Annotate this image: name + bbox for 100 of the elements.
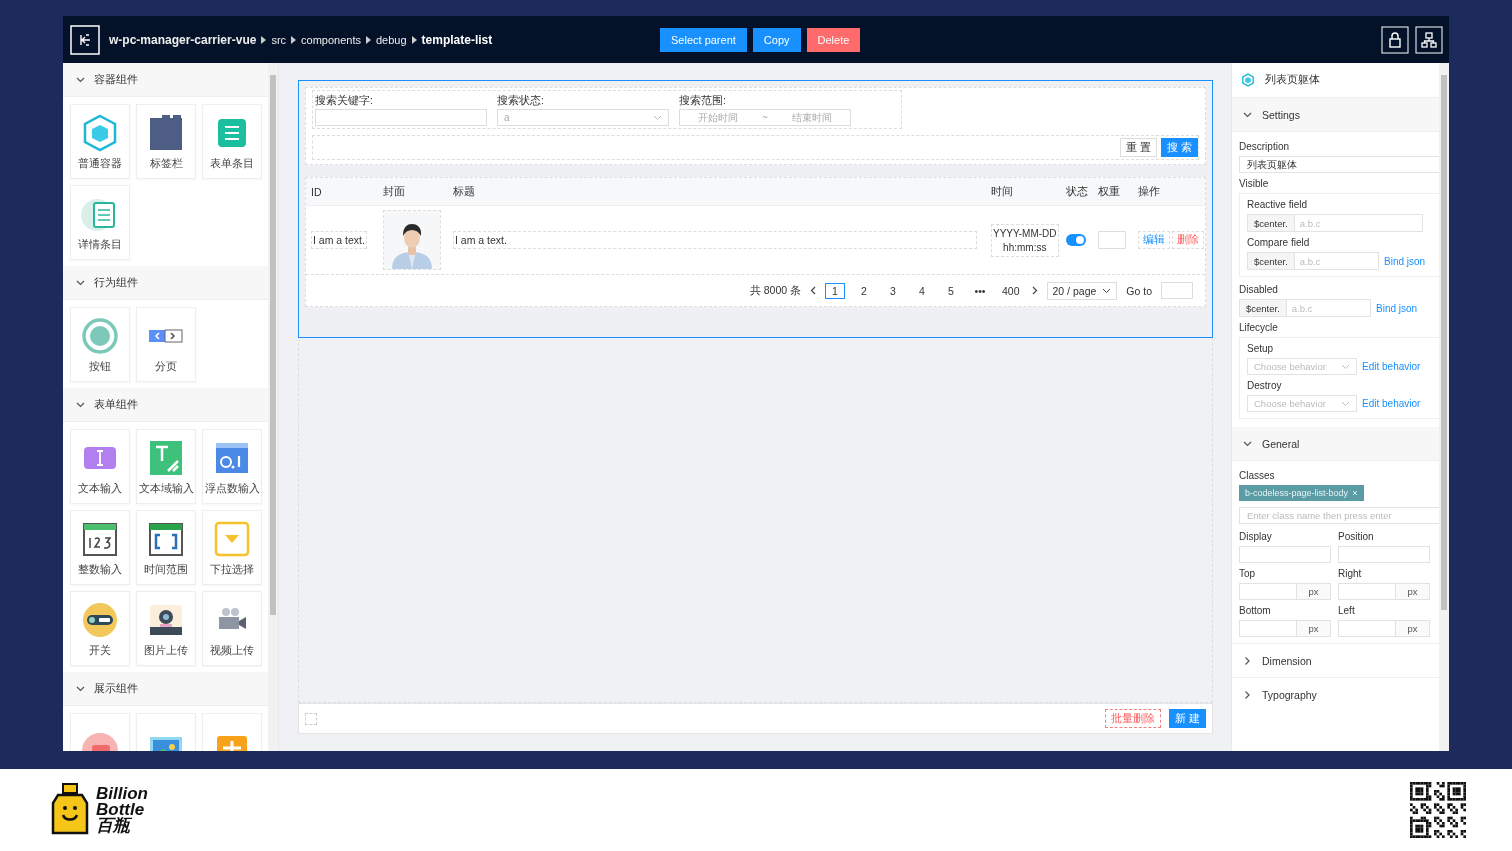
- selected-container[interactable]: 搜索关键字: 搜索状态: a 搜索范围: 开始时间 ~ 结束时间 重 置 搜 索 ID 封面 标题 时间 状态 权重 操作 I am a text. I am a text. YYYY-MM-DD hh:mm:ss 编辑 删除 共 8000 条 1 2 3 4 5 ••• 400 20 / page Go to: [298, 80, 1213, 338]
- component-card[interactable]: 表单条目: [202, 104, 262, 179]
- caret-icon: [411, 35, 417, 44]
- field-label: Display: [1239, 530, 1273, 544]
- section-header[interactable]: Settings: [1232, 98, 1439, 132]
- chevron-icon: [1102, 287, 1112, 294]
- chevron-icon: [1243, 111, 1252, 118]
- weight-input[interactable]: [1098, 231, 1126, 249]
- component-card[interactable]: 分页: [136, 307, 196, 382]
- lock-icon[interactable]: [1381, 25, 1409, 54]
- chevron-icon: [1341, 363, 1350, 370]
- column-header: ID: [310, 185, 323, 198]
- component-label: 按钮: [89, 359, 111, 374]
- table-cell: I am a text.: [311, 231, 367, 249]
- select-all-checkbox[interactable]: [305, 712, 317, 725]
- component-card[interactable]: 图片上传: [136, 591, 196, 666]
- component-card[interactable]: 时间范围: [136, 510, 196, 585]
- page-number[interactable]: 3: [883, 282, 903, 299]
- reactive-field-input[interactable]: $center. a.b.c: [1247, 214, 1423, 232]
- component-label: 文本输入: [78, 481, 122, 496]
- component-label: 视频上传: [210, 643, 254, 658]
- field-label: Reactive field: [1247, 198, 1308, 212]
- offset-input[interactable]: px: [1239, 620, 1331, 637]
- component-label: 图片上传: [144, 643, 188, 658]
- component-title: 列表页躯体: [1265, 73, 1320, 87]
- input-field[interactable]: [315, 109, 487, 126]
- field-label: Visible: [1239, 177, 1269, 191]
- component-card[interactable]: 按钮: [70, 307, 130, 382]
- chevron-icon: [1244, 656, 1251, 665]
- total-count: 共 8000 条: [749, 283, 801, 298]
- column-header: 状态: [1066, 184, 1089, 199]
- group-header[interactable]: 行为组件: [63, 266, 268, 300]
- page-size-select[interactable]: 20 / page: [1046, 281, 1118, 300]
- field-label: Bottom: [1239, 604, 1272, 618]
- field-label: Left: [1338, 604, 1356, 618]
- field-label: 搜索范围:: [679, 93, 727, 108]
- group-header[interactable]: 容器组件: [63, 63, 268, 97]
- component-label: 整数输入: [78, 562, 122, 577]
- component-label: 文本域输入: [138, 481, 194, 496]
- component-card[interactable]: 文本域输入: [136, 429, 196, 504]
- breadcrumb-item[interactable]: template-list: [421, 32, 493, 47]
- component-card[interactable]: 文本输入: [70, 429, 130, 504]
- field-label: Disabled: [1239, 283, 1278, 297]
- offset-input[interactable]: px: [1338, 620, 1430, 637]
- offset-input[interactable]: px: [1338, 583, 1430, 600]
- component-card[interactable]: 浮点数输入: [202, 429, 262, 504]
- component-label: 标签栏: [149, 156, 183, 171]
- component-label: 详情条目: [78, 237, 122, 252]
- exit-icon[interactable]: [70, 24, 100, 55]
- position-input[interactable]: [1338, 546, 1430, 563]
- chevron-icon: [76, 76, 85, 83]
- group-header[interactable]: 表单组件: [63, 388, 268, 422]
- section-header[interactable]: General: [1232, 427, 1439, 461]
- component-card[interactable]: 开关: [70, 591, 130, 666]
- breadcrumb-item[interactable]: src: [271, 33, 287, 46]
- chevron-icon: [76, 685, 85, 692]
- component-card[interactable]: 下拉选择: [202, 510, 262, 585]
- chevron-icon: [76, 279, 85, 286]
- component-card[interactable]: 视频上传: [202, 591, 262, 666]
- component-label: 分页: [155, 359, 177, 374]
- chevron-icon: [1243, 440, 1252, 447]
- close-icon[interactable]: [1352, 490, 1359, 496]
- offset-input[interactable]: px: [1239, 583, 1331, 600]
- bottle-logo-icon: [50, 783, 90, 837]
- previous-icon[interactable]: [810, 286, 816, 295]
- component-icon: [1241, 73, 1255, 87]
- status-switch[interactable]: [1066, 234, 1086, 246]
- next-icon[interactable]: [1031, 286, 1038, 295]
- component-card[interactable]: 标签栏: [136, 104, 196, 179]
- field-label: Compare field: [1247, 236, 1310, 250]
- component-label: 浮点数输入: [204, 481, 260, 496]
- goto-input[interactable]: [1161, 282, 1193, 299]
- field-label: Lifecycle: [1239, 321, 1278, 335]
- component-icon: [80, 315, 120, 356]
- search-form-button[interactable]: 重 置: [1119, 138, 1157, 157]
- chevron-icon: [1244, 690, 1251, 699]
- page-number[interactable]: 4: [912, 282, 932, 299]
- sitemap-icon[interactable]: [1415, 25, 1443, 54]
- display-input[interactable]: [1239, 546, 1331, 563]
- description-input[interactable]: 列表页躯体: [1239, 156, 1439, 173]
- page-number[interactable]: 2: [854, 282, 874, 299]
- qr-code-drawing: [1410, 782, 1466, 838]
- page-number[interactable]: 1: [825, 282, 845, 299]
- brand-name: Bottle: [96, 802, 146, 818]
- component-card[interactable]: 普通容器: [70, 104, 130, 179]
- component-card[interactable]: 整数输入: [70, 510, 130, 585]
- compare-field-input[interactable]: $center. a.b.c: [1247, 252, 1379, 270]
- breadcrumb-item[interactable]: debug: [376, 33, 407, 46]
- field-label: Position: [1338, 530, 1375, 544]
- breadcrumb-item[interactable]: components: [301, 33, 361, 46]
- breadcrumb-item[interactable]: w-pc-manager-carrier-vue: [109, 32, 257, 47]
- field-label: Setup: [1247, 342, 1274, 356]
- page-number[interactable]: •••: [970, 282, 990, 299]
- component-card[interactable]: 详情条目: [70, 185, 130, 260]
- group-header[interactable]: 展示组件: [63, 672, 268, 706]
- page-number[interactable]: 400: [999, 282, 1023, 299]
- chevron-icon: [653, 114, 662, 121]
- page-number[interactable]: 5: [941, 282, 961, 299]
- field-label: Destroy: [1247, 379, 1282, 393]
- field-label: Top: [1239, 567, 1257, 581]
